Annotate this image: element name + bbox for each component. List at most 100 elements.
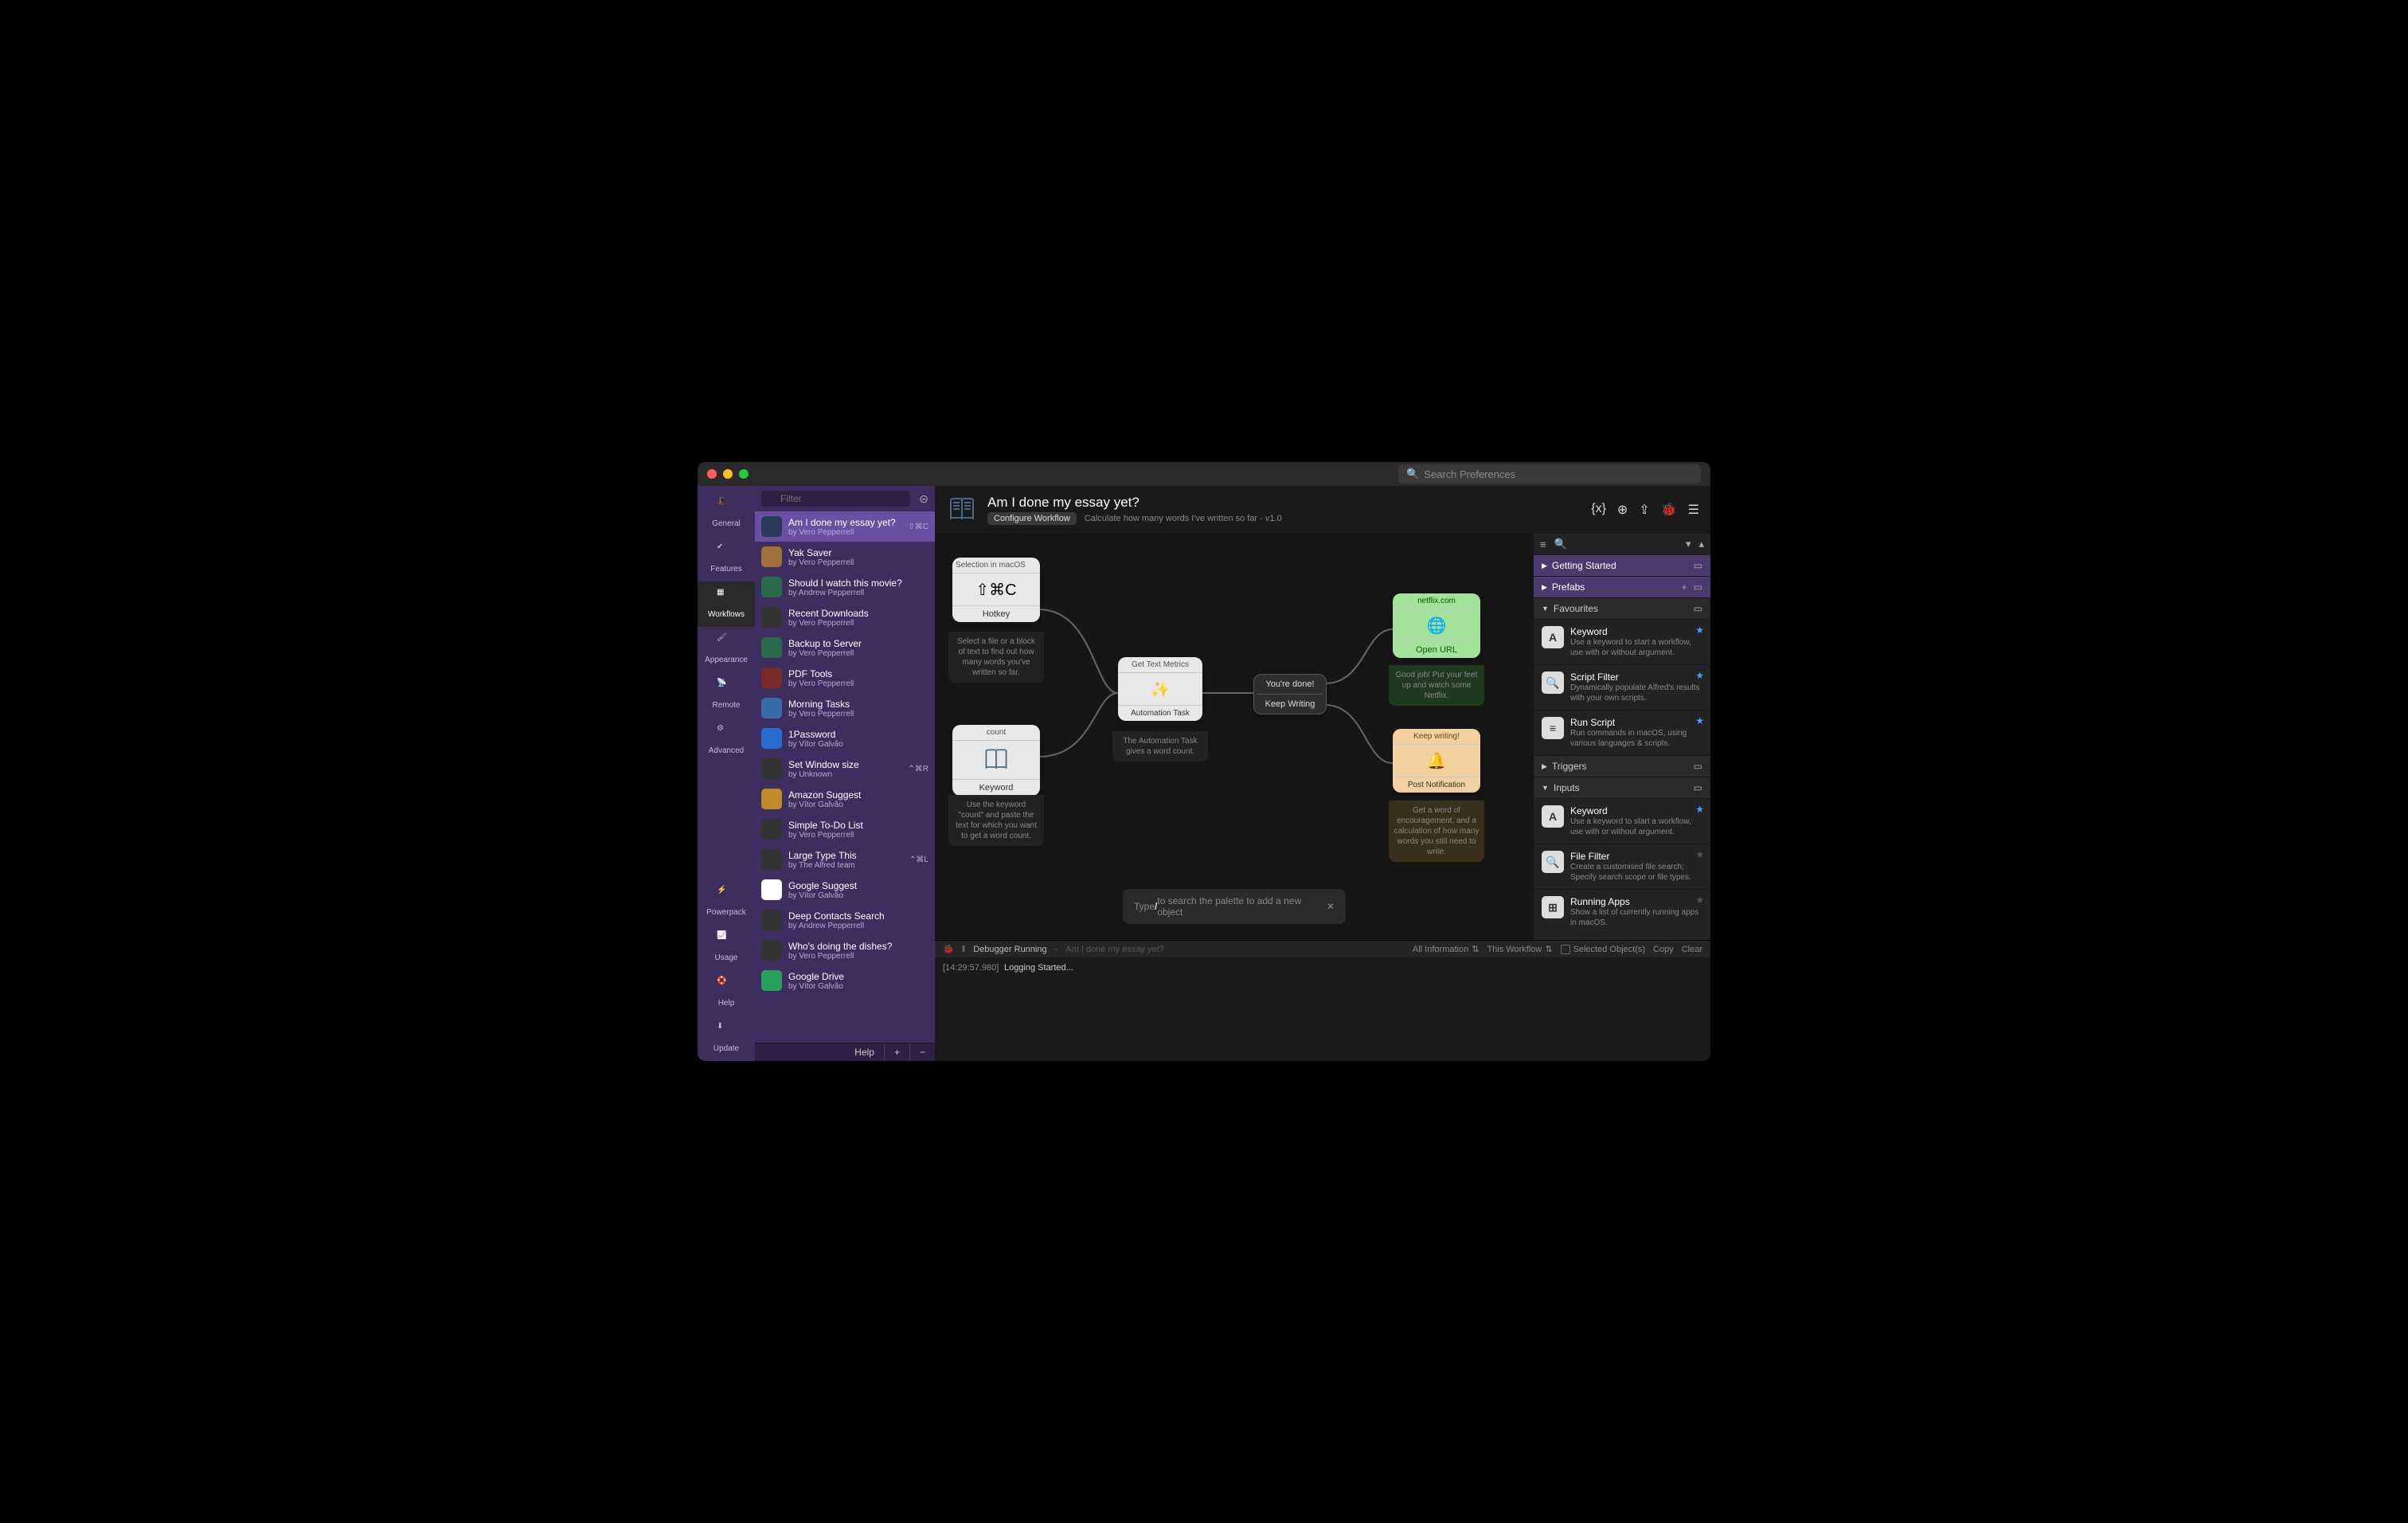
rail-advanced[interactable]: ⚙ Advanced	[698, 718, 755, 763]
rail-general[interactable]: 🎩 General	[698, 491, 755, 536]
workflow-list-item[interactable]: Who's doing the dishes? by Vero Pepperre…	[755, 935, 935, 965]
star-icon[interactable]: ★	[1695, 624, 1704, 636]
window-icon[interactable]: ▭	[1694, 581, 1702, 593]
window-icon[interactable]: ▭	[1694, 603, 1702, 614]
workflow-list-item[interactable]: Morning Tasks by Vero Pepperrell	[755, 693, 935, 723]
workflow-list-item[interactable]: PDF Tools by Vero Pepperrell	[755, 663, 935, 693]
palette-item[interactable]: 🔍 File Filter Create a customised file s…	[1534, 844, 1710, 889]
add-object-icon[interactable]: ⊕	[1617, 502, 1628, 518]
search-preferences-input[interactable]: 🔍 Search Preferences	[1398, 464, 1701, 484]
collapse-up-icon[interactable]: ▴	[1698, 538, 1704, 550]
pause-icon[interactable]: ‖	[962, 945, 966, 954]
search-icon[interactable]: 🔍	[1554, 538, 1567, 550]
workflow-item-icon	[761, 668, 782, 688]
window-icon[interactable]: ▭	[1694, 782, 1702, 793]
rail-powerpack[interactable]: ⚡ Powerpack	[698, 879, 755, 925]
workflow-item-title: Simple To-Do List	[788, 820, 928, 831]
add-workflow-button[interactable]: +	[885, 1043, 910, 1061]
palette-item[interactable]: 🔍 Script Filter Dynamically populate Alf…	[1534, 664, 1710, 710]
section-triggers[interactable]: ▶ Triggers ▭	[1534, 755, 1710, 777]
configure-workflow-button[interactable]: Configure Workflow	[987, 512, 1077, 525]
workflow-icon	[946, 494, 978, 526]
section-prefabs[interactable]: ▶ Prefabs +▭	[1534, 576, 1710, 597]
section-getting-started[interactable]: ▶ Getting Started ▭	[1534, 554, 1710, 576]
debug-icon[interactable]: 🐞	[1661, 502, 1677, 518]
node-conditional[interactable]: You're done! Keep Writing	[1253, 674, 1327, 715]
copy-button[interactable]: Copy	[1653, 945, 1674, 954]
workflow-list-item[interactable]: Am I done my essay yet? by Vero Pepperre…	[755, 511, 935, 542]
plus-icon[interactable]: +	[1682, 581, 1687, 593]
titlebar: 🔍 Search Preferences	[698, 462, 1710, 486]
bug-icon[interactable]: 🐞	[943, 944, 954, 954]
section-favourites[interactable]: ▼ Favourites ▭	[1534, 597, 1710, 619]
workflow-list-item[interactable]: Recent Downloads by Vero Pepperrell	[755, 602, 935, 632]
node-post-notification[interactable]: Keep writing! 🔔 Post Notification	[1393, 729, 1480, 793]
workflow-list-item[interactable]: Backup to Server by Vero Pepperrell	[755, 632, 935, 663]
workflow-item-icon	[761, 789, 782, 809]
star-icon[interactable]: ★	[1695, 849, 1704, 860]
workflow-list-item[interactable]: Amazon Suggest by Vítor Galvão	[755, 784, 935, 814]
scope-select[interactable]: This Workflow ⇅	[1487, 944, 1552, 954]
rail-appearance[interactable]: 🖌 Appearance	[698, 627, 755, 672]
debugger-log[interactable]: [14:29:57.980] Logging Started...	[935, 957, 1710, 1061]
node-open-url[interactable]: netflix.com 🌐 Open URL	[1393, 593, 1480, 658]
star-icon[interactable]: ★	[1695, 670, 1704, 681]
palette-item[interactable]: A Keyword Use a keyword to start a workf…	[1534, 798, 1710, 844]
clear-button[interactable]: Clear	[1682, 945, 1702, 954]
node-keyword[interactable]: count Keyword	[952, 725, 1040, 796]
close-window-button[interactable]	[707, 469, 717, 479]
list-icon[interactable]: ≡	[1540, 538, 1546, 550]
debugger-status: Debugger Running	[973, 945, 1046, 954]
selected-objects-toggle[interactable]: Selected Object(s)	[1561, 945, 1645, 954]
palette-item-icon: A	[1542, 805, 1564, 828]
workflow-list-item[interactable]: Google Drive by Vítor Galvão	[755, 965, 935, 996]
rail-help[interactable]: 🛟 Help	[698, 970, 755, 1016]
workflow-list-item[interactable]: Large Type This by The Alfred team ⌃⌘L	[755, 844, 935, 875]
star-icon[interactable]: ★	[1695, 895, 1704, 906]
window-icon[interactable]: ▭	[1694, 761, 1702, 772]
workflow-list-item[interactable]: 1Password by Vítor Galvão	[755, 723, 935, 754]
star-icon[interactable]: ★	[1695, 715, 1704, 726]
workflow-list-item[interactable]: Set Window size by Unknown ⌃⌘R	[755, 754, 935, 784]
minimize-window-button[interactable]	[723, 469, 733, 479]
rail-remote[interactable]: 📡 Remote	[698, 672, 755, 718]
workflow-item-icon	[761, 940, 782, 961]
grid-icon: ▦	[717, 588, 736, 607]
workflow-list-item[interactable]: Yak Saver by Vero Pepperrell	[755, 542, 935, 572]
palette-item[interactable]: ⊞ Running Apps Show a list of currently …	[1534, 889, 1710, 934]
rail-update[interactable]: ⬇ Update	[698, 1016, 755, 1061]
node-metrics[interactable]: Get Text Metrics ✨ Automation Task	[1118, 657, 1202, 721]
palette-item[interactable]: ≡ Run Script Run commands in macOS, usin…	[1534, 710, 1710, 755]
workflow-header: Am I done my essay yet? Configure Workfl…	[935, 486, 1710, 534]
workflow-list-item[interactable]: Should I watch this movie? by Andrew Pep…	[755, 572, 935, 602]
node-hotkey[interactable]: Selection in macOS ⇧⌘C Hotkey	[952, 558, 1040, 622]
close-icon[interactable]: ✕	[1327, 901, 1335, 912]
palette-item[interactable]: A Keyword Use a keyword to start a workf…	[1534, 619, 1710, 664]
section-inputs[interactable]: ▼ Inputs ▭	[1534, 777, 1710, 798]
collapse-down-icon[interactable]: ▾	[1686, 538, 1691, 550]
export-icon[interactable]: ⇪	[1639, 502, 1649, 518]
workflow-list-item[interactable]: Google Suggest by Vítor Galvão	[755, 875, 935, 905]
workflow-list-item[interactable]: Deep Contacts Search by Andrew Pepperrel…	[755, 905, 935, 935]
remove-workflow-button[interactable]: −	[910, 1043, 935, 1061]
workflow-canvas[interactable]: Selection in macOS ⇧⌘C Hotkey Select a f…	[935, 534, 1534, 940]
filter-options-button[interactable]: ⊝	[919, 492, 928, 506]
palette-search-hint[interactable]: Type / to search the palette to add a ne…	[1123, 889, 1346, 924]
zoom-window-button[interactable]	[739, 469, 749, 479]
workflow-list-item[interactable]: Simple To-Do List by Vero Pepperrell	[755, 814, 935, 844]
workflow-list[interactable]: Am I done my essay yet? by Vero Pepperre…	[755, 511, 935, 1043]
menu-icon[interactable]: ☰	[1688, 502, 1699, 518]
rail-workflows[interactable]: ▦ Workflows	[698, 581, 755, 627]
rail-features[interactable]: ✔ Features	[698, 536, 755, 581]
filter-input[interactable]	[761, 491, 910, 507]
variables-icon[interactable]: {x}	[1591, 502, 1606, 518]
debugger-context: Am I done my essay yet?	[1065, 945, 1164, 954]
star-icon[interactable]: ★	[1695, 804, 1704, 815]
rail-usage[interactable]: 📈 Usage	[698, 925, 755, 970]
window-icon[interactable]: ▭	[1694, 560, 1702, 571]
workflow-item-icon	[761, 546, 782, 567]
help-button[interactable]: Help	[845, 1043, 885, 1061]
workflow-item-author: by Andrew Pepperrell	[788, 922, 928, 930]
log-level-select[interactable]: All Information ⇅	[1413, 944, 1480, 954]
workflow-item-icon	[761, 516, 782, 537]
